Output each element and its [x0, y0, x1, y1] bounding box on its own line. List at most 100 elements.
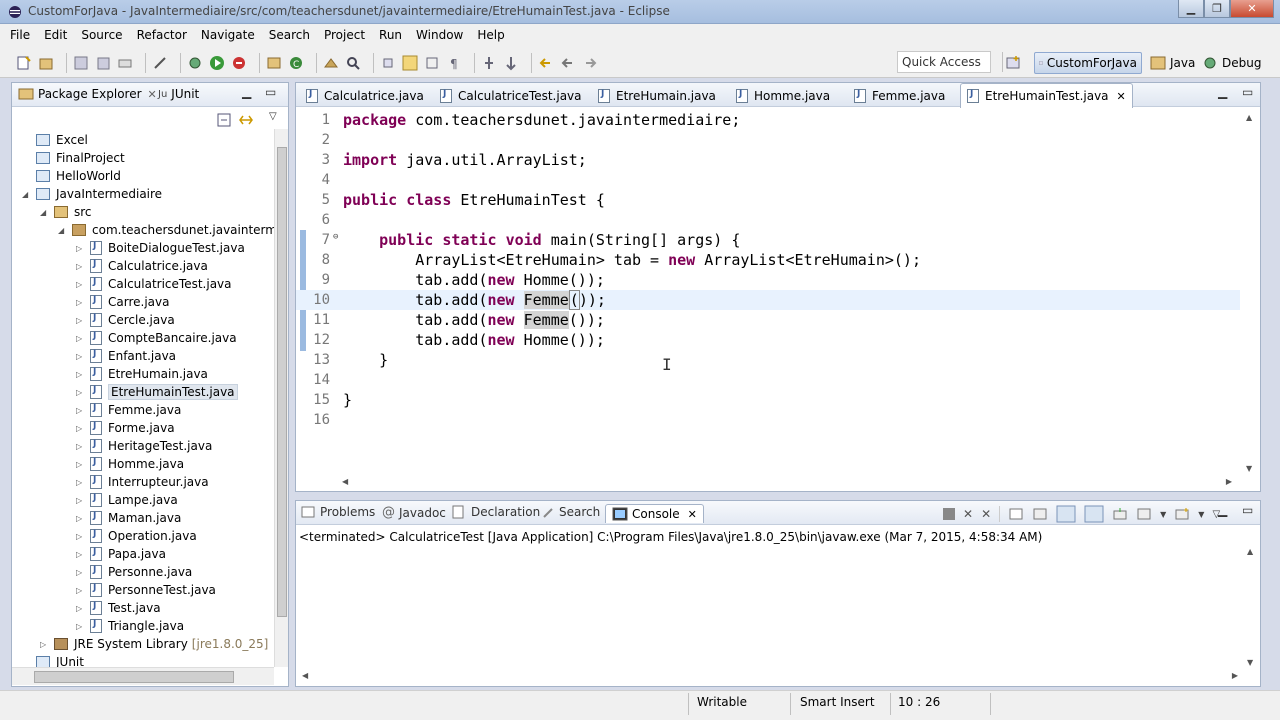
minimize-view-icon[interactable]: ▁ — [1218, 503, 1227, 517]
tab-junit[interactable]: Ju JUnit — [158, 87, 199, 101]
tree-item-file[interactable]: ▷ CompteBancaire.java — [76, 329, 237, 347]
collapsed-arrow-icon[interactable]: ▷ — [76, 406, 86, 415]
toggle-breakpoint-icon[interactable] — [152, 55, 168, 71]
forward-icon[interactable] — [582, 55, 598, 71]
new-icon[interactable] — [16, 55, 32, 71]
scroll-thumb[interactable] — [277, 147, 287, 617]
code-line[interactable]: 13 } — [296, 350, 1240, 370]
expanded-arrow-icon[interactable]: ◢ — [22, 190, 32, 199]
tree-item-jre-library[interactable]: ▷ JRE System Library [jre1.8.0_25] — [40, 635, 268, 653]
pin-console-icon[interactable] — [1112, 507, 1128, 521]
menu-help[interactable]: Help — [477, 28, 504, 42]
last-edit-location-icon[interactable] — [503, 55, 519, 71]
tab-calculatricetest[interactable]: CalculatriceTest.java — [434, 84, 588, 107]
tree-item-finalproject[interactable]: FinalProject — [36, 149, 125, 167]
tab-problems[interactable]: Problems — [300, 505, 375, 519]
minimize-view-icon[interactable]: ▁ — [242, 85, 251, 99]
collapsed-arrow-icon[interactable]: ▷ — [76, 622, 86, 631]
code-line[interactable]: 11 tab.add(new Femme()); — [296, 310, 1240, 330]
collapsed-arrow-icon[interactable]: ▷ — [76, 370, 86, 379]
remove-launch-icon[interactable]: ✕ — [963, 507, 973, 521]
menu-edit[interactable]: Edit — [44, 28, 67, 42]
new-class-icon[interactable]: C — [288, 55, 304, 71]
tree-vertical-scrollbar[interactable] — [274, 129, 288, 667]
clear-console-icon[interactable] — [1008, 507, 1024, 521]
collapsed-arrow-icon[interactable]: ▷ — [76, 280, 86, 289]
back-icon[interactable] — [538, 55, 554, 71]
maximize-view-icon[interactable]: ▭ — [265, 85, 276, 99]
remove-all-terminated-icon[interactable]: ✕ — [981, 507, 991, 521]
minimize-editor-icon[interactable]: ▁ — [1218, 85, 1227, 99]
tree-item-file[interactable]: ▷ Personne.java — [76, 563, 192, 581]
collapsed-arrow-icon[interactable]: ▷ — [40, 640, 50, 649]
maximize-button[interactable]: ❐ — [1204, 0, 1230, 18]
close-button[interactable]: ✕ — [1230, 0, 1274, 18]
tab-homme[interactable]: Homme.java — [730, 84, 836, 107]
tree-item-src[interactable]: ◢ src — [40, 203, 92, 221]
current-code-line[interactable]: 10 tab.add(new Femme()); — [296, 290, 1240, 310]
tree-item-helloworld[interactable]: HelloWorld — [36, 167, 121, 185]
menu-project[interactable]: Project — [324, 28, 365, 42]
collapsed-arrow-icon[interactable]: ▷ — [76, 568, 86, 577]
collapsed-arrow-icon[interactable]: ▷ — [76, 334, 86, 343]
menu-navigate[interactable]: Navigate — [201, 28, 255, 42]
code-line[interactable]: 12 tab.add(new Homme()); — [296, 330, 1240, 350]
code-line[interactable]: 2 — [296, 130, 1240, 150]
display-console-dropdown-icon[interactable]: ▼ — [1160, 510, 1166, 519]
collapsed-arrow-icon[interactable]: ▷ — [76, 460, 86, 469]
code-line[interactable]: 8 ArrayList<EtreHumain> tab = new ArrayL… — [296, 250, 1240, 270]
tree-item-file[interactable]: ▷ Cercle.java — [76, 311, 175, 329]
collapsed-arrow-icon[interactable]: ▷ — [76, 388, 86, 397]
tree-item-file[interactable]: ▷ Interrupteur.java — [76, 473, 209, 491]
print-icon[interactable] — [117, 55, 133, 71]
close-tab-icon[interactable]: ✕ — [148, 88, 157, 101]
scroll-lock-icon[interactable] — [1032, 507, 1048, 521]
collapsed-arrow-icon[interactable]: ▷ — [76, 244, 86, 253]
menu-source[interactable]: Source — [81, 28, 122, 42]
collapse-all-icon[interactable] — [217, 113, 231, 127]
next-annotation-icon[interactable] — [380, 55, 396, 71]
tree-item-file[interactable]: ▷ HeritageTest.java — [76, 437, 212, 455]
collapsed-arrow-icon[interactable]: ▷ — [76, 496, 86, 505]
tree-item-file[interactable]: ▷ EtreHumain.java — [76, 365, 208, 383]
tree-item-file[interactable]: ▷ Carre.java — [76, 293, 169, 311]
minimize-button[interactable]: ▁ — [1178, 0, 1204, 18]
tree-item-file[interactable]: ▷ Calculatrice.java — [76, 257, 208, 275]
tree-item-file[interactable]: ▷ Maman.java — [76, 509, 181, 527]
view-menu-icon[interactable]: ▽ — [269, 111, 277, 122]
maximize-view-icon[interactable]: ▭ — [1242, 503, 1253, 517]
open-console-icon[interactable] — [1174, 507, 1190, 521]
tree-item-package[interactable]: ◢com.teachersdunet.javaintermedi — [58, 221, 274, 239]
perspective-java[interactable]: Java — [1146, 52, 1199, 74]
tree-item-file[interactable]: ▷ Operation.java — [76, 527, 197, 545]
run-icon[interactable] — [209, 55, 225, 71]
open-console-dropdown-icon[interactable]: ▼ — [1198, 510, 1204, 519]
fold-icon[interactable]: ⊖ — [333, 232, 338, 242]
expanded-arrow-icon[interactable]: ◢ — [40, 208, 50, 217]
collapsed-arrow-icon[interactable]: ▷ — [76, 604, 86, 613]
tab-etrehumain[interactable]: EtreHumain.java — [592, 84, 722, 107]
tree-item-excel[interactable]: Excel — [36, 131, 88, 149]
collapsed-arrow-icon[interactable]: ▷ — [76, 532, 86, 541]
collapsed-arrow-icon[interactable]: ▷ — [76, 298, 86, 307]
editor-horizontal-scrollbar[interactable]: ◀ ▶ — [336, 475, 1236, 491]
collapsed-arrow-icon[interactable]: ▷ — [76, 352, 86, 361]
quick-access-field[interactable]: Quick Access — [897, 51, 991, 73]
tree-item-file[interactable]: ▷ PersonneTest.java — [76, 581, 216, 599]
word-wrap-icon[interactable] — [1056, 505, 1076, 523]
tab-javadoc[interactable]: @ Javadoc — [382, 505, 446, 520]
menu-window[interactable]: Window — [416, 28, 463, 42]
tree-horizontal-scrollbar[interactable] — [12, 667, 274, 685]
collapsed-arrow-icon[interactable]: ▷ — [76, 586, 86, 595]
search-tool-icon[interactable] — [345, 55, 361, 71]
tree-item-file[interactable]: ▷ Forme.java — [76, 419, 175, 437]
maximize-editor-icon[interactable]: ▭ — [1242, 85, 1253, 99]
terminate-icon[interactable] — [943, 508, 955, 520]
code-line[interactable]: 1 package com.teachersdunet.javaintermedi… — [296, 110, 1240, 130]
code-line[interactable]: 15} — [296, 390, 1240, 410]
console-output-area[interactable] — [296, 547, 1244, 670]
tree-item-javaintermediaire[interactable]: ◢ JavaIntermediaire — [22, 185, 162, 203]
toggle-mark-occurrences-icon[interactable] — [402, 55, 418, 71]
code-line[interactable]: 4 — [296, 170, 1240, 190]
menu-file[interactable]: File — [10, 28, 30, 42]
